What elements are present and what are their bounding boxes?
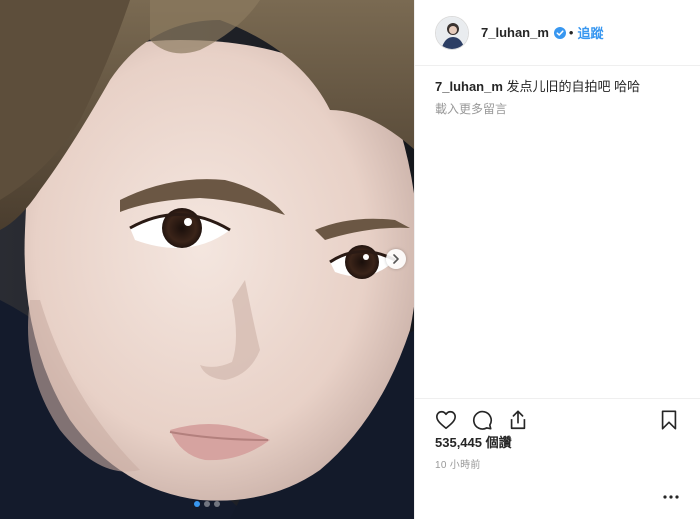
- username-link[interactable]: 7_luhan_m: [481, 25, 549, 40]
- carousel-dot: [194, 501, 200, 507]
- chevron-right-icon: [393, 254, 399, 264]
- caption: 7_luhan_m 发点儿旧的自拍吧 哈哈: [435, 78, 685, 96]
- carousel-indicator: [0, 501, 414, 507]
- share-button[interactable]: [507, 409, 529, 431]
- post-photo[interactable]: [0, 0, 415, 519]
- post-header: 7_luhan_m • 追蹤: [415, 0, 700, 66]
- more-options-icon: [663, 495, 679, 499]
- caption-username[interactable]: 7_luhan_m: [435, 79, 503, 94]
- share-upload-icon: [510, 410, 526, 430]
- like-button[interactable]: [435, 409, 457, 431]
- carousel-dot: [214, 501, 220, 507]
- avatar[interactable]: [435, 15, 469, 50]
- post-media: [0, 0, 415, 519]
- post-actions: 535,445 個讚 10 小時前: [415, 398, 700, 471]
- comments-section: 7_luhan_m 发点儿旧的自拍吧 哈哈 載入更多留言: [435, 78, 685, 118]
- comment-bubble-icon: [473, 410, 493, 430]
- header-separator: •: [568, 25, 574, 40]
- avatar-image: [436, 16, 468, 49]
- verified-badge-icon: [553, 26, 566, 39]
- carousel-next-button[interactable]: [386, 249, 406, 269]
- heart-outline-icon: [436, 410, 456, 430]
- instagram-post: 7_luhan_m • 追蹤 7_luhan_m 发点儿旧的自拍吧 哈哈 載入更…: [0, 0, 700, 519]
- bookmark-outline-icon: [661, 410, 677, 430]
- post-timestamp[interactable]: 10 小時前: [435, 456, 481, 471]
- post-side-panel: 7_luhan_m • 追蹤 7_luhan_m 发点儿旧的自拍吧 哈哈 載入更…: [415, 0, 700, 519]
- load-more-comments-button[interactable]: 載入更多留言: [435, 100, 685, 118]
- save-button[interactable]: [658, 409, 680, 431]
- caption-text: 发点儿旧的自拍吧 哈哈: [506, 79, 641, 94]
- more-options-button[interactable]: [662, 489, 680, 505]
- carousel-dot: [204, 501, 210, 507]
- comment-button[interactable]: [471, 409, 493, 431]
- likes-count[interactable]: 535,445 個讚: [435, 432, 512, 451]
- follow-button[interactable]: 追蹤: [577, 23, 603, 42]
